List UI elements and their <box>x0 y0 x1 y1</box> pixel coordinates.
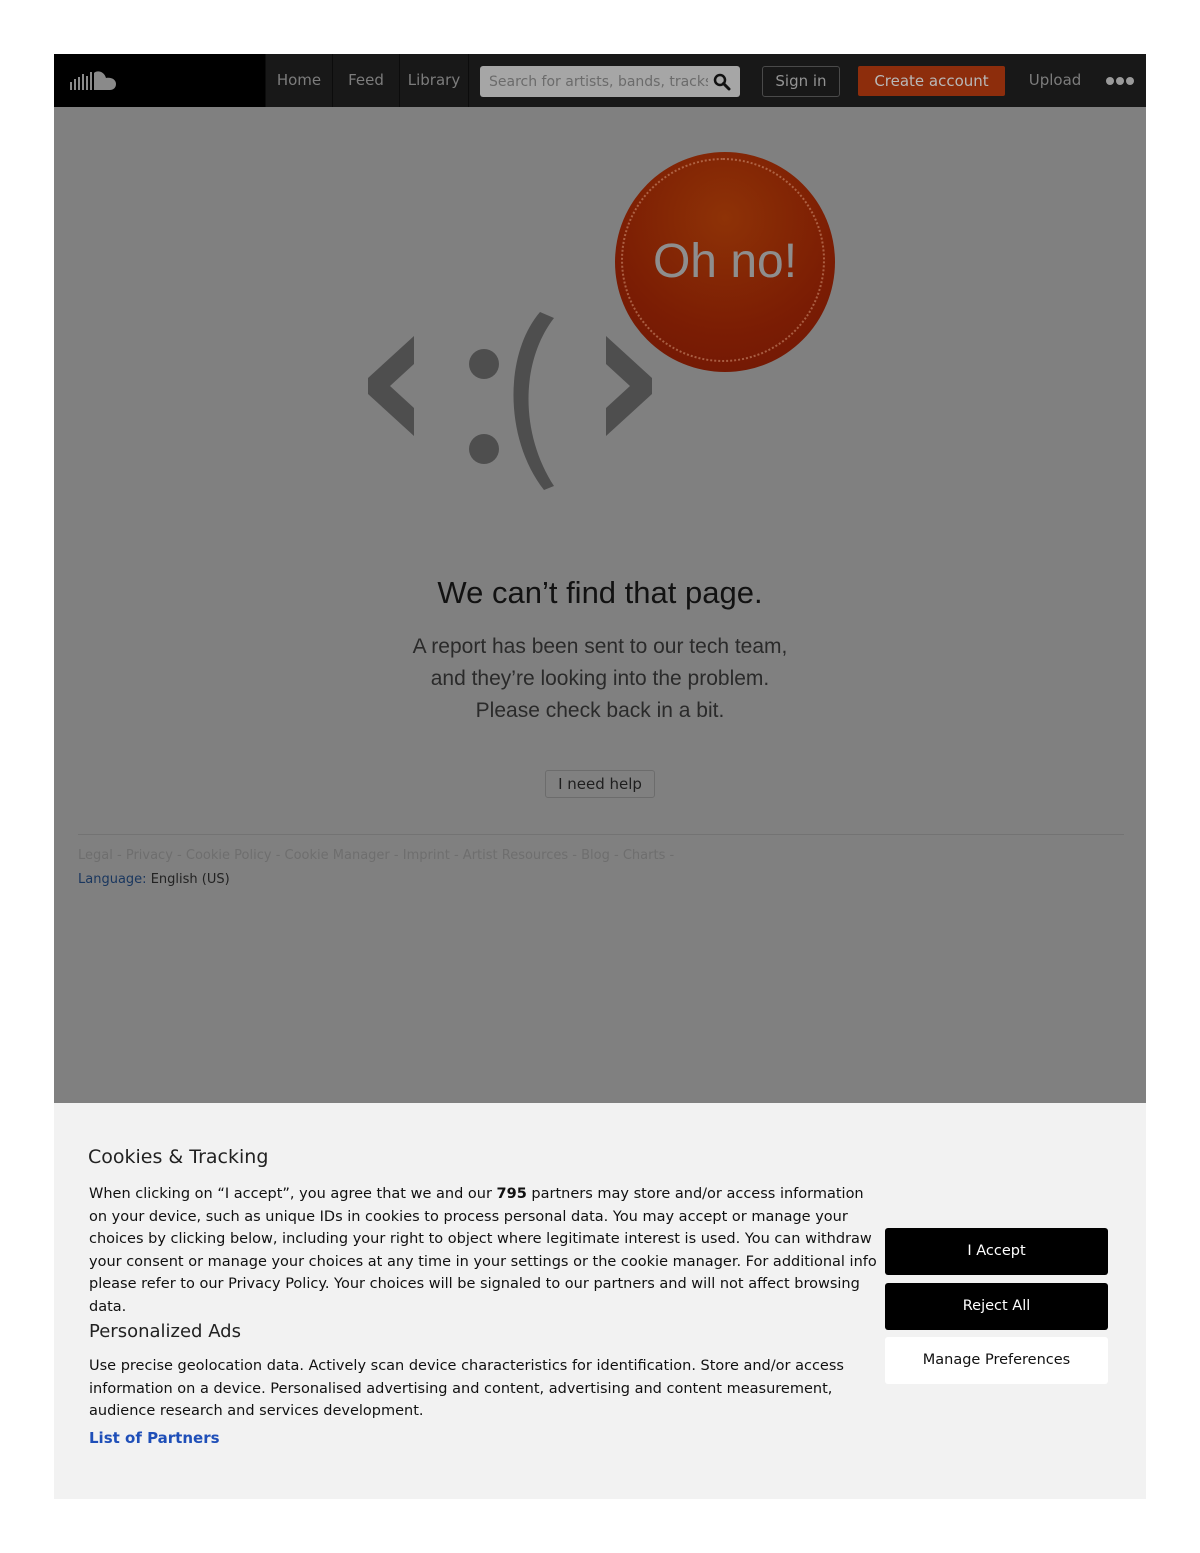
error-message-line: A report has been sent to our tech team, <box>412 635 788 658</box>
footer-separator: - <box>669 848 675 863</box>
footer-link-blog[interactable]: Blog <box>581 848 610 863</box>
frown-paren <box>513 312 554 490</box>
upload-link[interactable]: Upload <box>1020 54 1090 107</box>
personalized-ads-text: Use precise geolocation data. Actively s… <box>89 1358 844 1420</box>
page-overlay: Home Feed Library Sign in Create account… <box>54 54 1146 1499</box>
error-message-line: and they’re looking into the problem. <box>430 667 770 690</box>
eye-dot <box>469 349 499 379</box>
footer-separator: - <box>572 848 577 863</box>
nav-feed[interactable]: Feed <box>332 54 400 107</box>
sign-in-button[interactable]: Sign in <box>762 66 840 97</box>
list-of-partners-link[interactable]: List of Partners <box>89 1429 220 1447</box>
footer-link-charts[interactable]: Charts <box>623 848 666 863</box>
manage-preferences-button[interactable]: Manage Preferences <box>885 1337 1108 1384</box>
footer-links: Legal - Privacy - Cookie Policy - Cookie… <box>78 848 674 863</box>
nav-home[interactable]: Home <box>265 54 333 107</box>
footer-link-imprint[interactable]: Imprint <box>403 848 450 863</box>
search-box <box>480 66 740 97</box>
footer-link-legal[interactable]: Legal <box>78 848 113 863</box>
footer-separator: - <box>614 848 619 863</box>
cookie-banner-title: Cookies & Tracking <box>88 1146 269 1168</box>
footer-separator: - <box>116 848 122 863</box>
more-dots-icon[interactable] <box>1104 74 1136 88</box>
create-account-button[interactable]: Create account <box>858 66 1005 96</box>
language-value: English (US) <box>150 872 230 887</box>
eye-dot <box>469 434 499 464</box>
footer-separator: - <box>393 848 399 863</box>
footer-separator: - <box>275 848 281 863</box>
footer-link-artist-resources[interactable]: Artist Resources <box>463 848 568 863</box>
footer-separator: - <box>177 848 182 863</box>
error-message: A report has been sent to our tech team,… <box>54 631 1146 727</box>
footer-link-cookie-policy[interactable]: Cookie Policy <box>186 848 272 863</box>
error-title: We can’t find that page. <box>437 575 763 610</box>
soundcloud-logo-icon <box>70 71 116 90</box>
footer-link-cookie-manager[interactable]: Cookie Manager <box>285 848 390 863</box>
logo[interactable] <box>54 54 265 107</box>
reject-all-button[interactable]: Reject All <box>885 1283 1108 1330</box>
footer-separator: - <box>453 848 459 863</box>
personalized-ads-title: Personalized Ads <box>89 1321 241 1342</box>
nav-library[interactable]: Library <box>399 54 469 107</box>
cookie-text-end: partners may store and/or access informa… <box>89 1186 877 1315</box>
accept-cookies-button[interactable]: I Accept <box>885 1228 1108 1275</box>
need-help-button[interactable]: I need help <box>545 770 655 798</box>
cookie-text-start: When clicking on “I accept”, you agree t… <box>89 1186 497 1202</box>
language-selector[interactable]: Language: English (US) <box>78 872 230 887</box>
badge-text: Oh no! <box>652 235 798 288</box>
cookie-banner-text: When clicking on “I accept”, you agree t… <box>89 1183 879 1319</box>
error-message-line: Please check back in a bit. <box>475 699 725 722</box>
footer-divider <box>78 834 1124 835</box>
language-label[interactable]: Language: <box>78 872 147 887</box>
footer-link-privacy[interactable]: Privacy <box>126 848 173 863</box>
oh-no-badge: Oh no! <box>615 152 835 372</box>
header-bar: Home Feed Library Sign in Create account… <box>54 54 1146 107</box>
cookie-banner: Cookies & Tracking When clicking on “I a… <box>54 1103 1146 1499</box>
left-angle-bracket-icon <box>368 336 414 436</box>
partner-count: 795 <box>496 1186 527 1202</box>
search-input[interactable] <box>480 66 708 97</box>
search-icon[interactable] <box>713 73 731 91</box>
